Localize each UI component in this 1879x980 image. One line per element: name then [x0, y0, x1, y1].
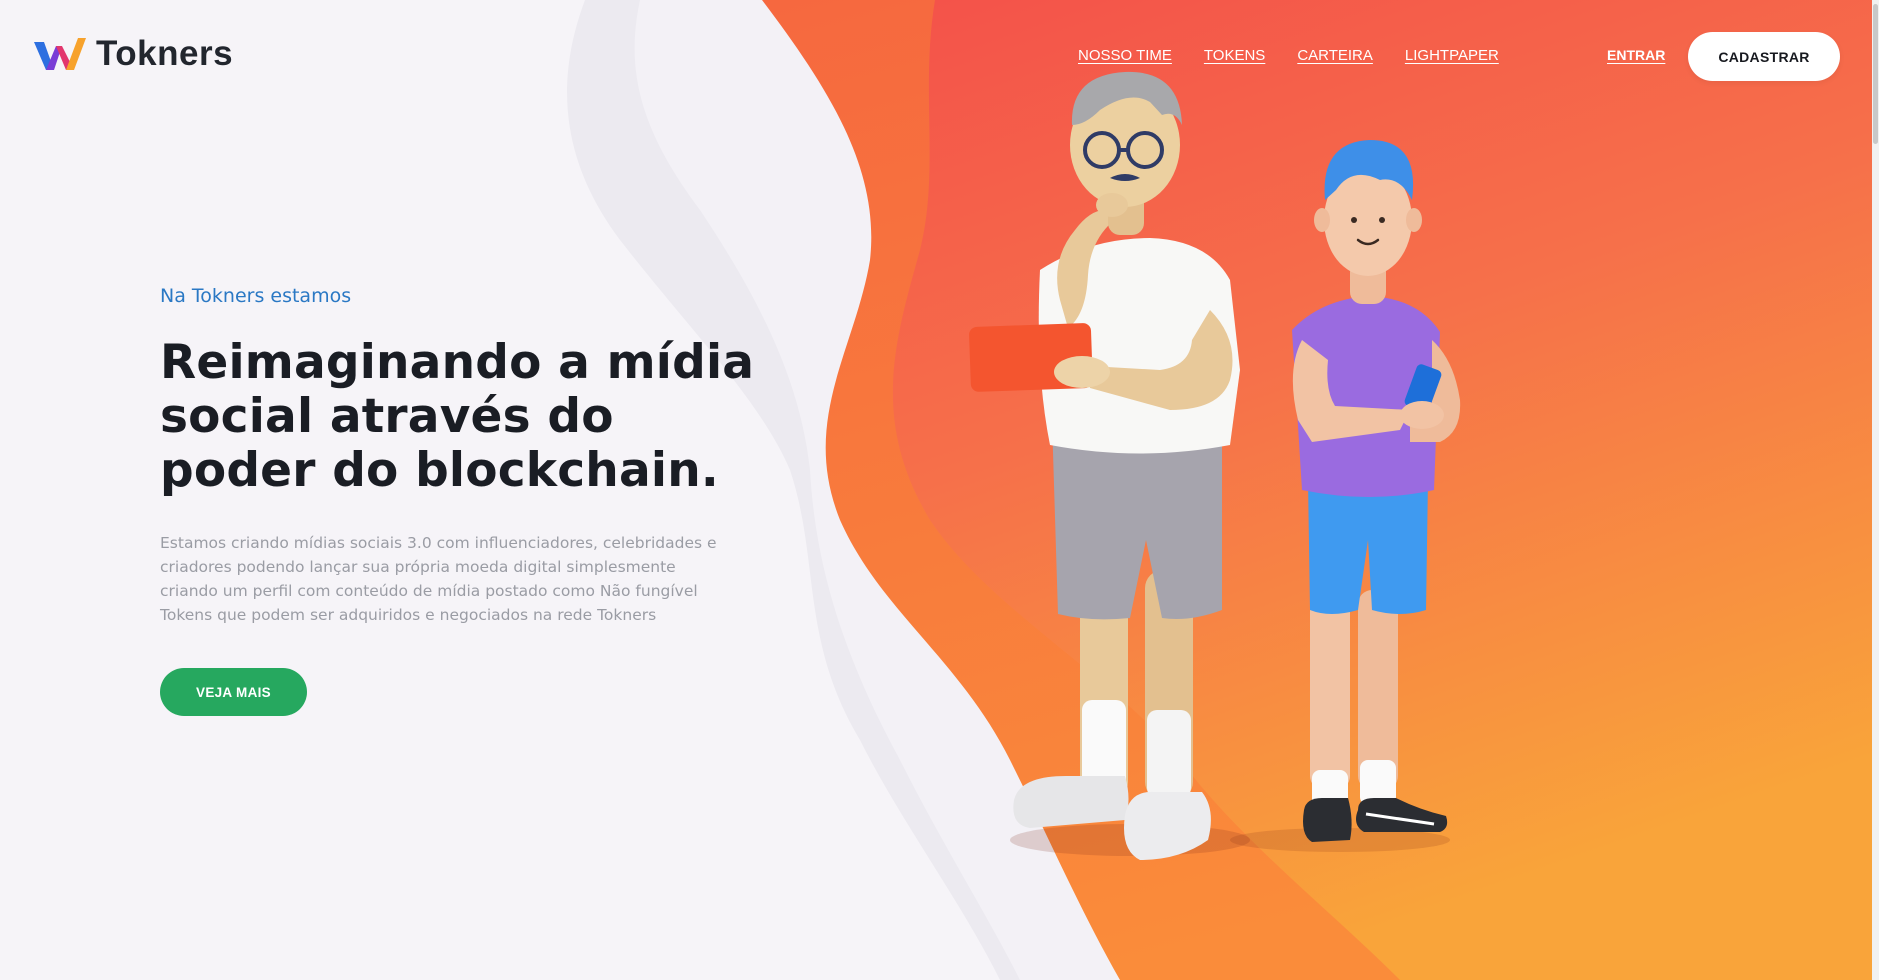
two-people-with-devices-illustration: [969, 71, 1461, 860]
login-link[interactable]: ENTRAR: [1607, 47, 1665, 63]
hero-headline: Reimaginando a mídia social através do p…: [160, 335, 755, 498]
page-scrollbar[interactable]: [1872, 0, 1879, 980]
nav-link-nosso-time[interactable]: NOSSO TIME: [1078, 47, 1172, 64]
nav-link-carteira[interactable]: CARTEIRA: [1297, 47, 1373, 64]
landing-page: Tokners NOSSO TIME TOKENS CARTEIRA LIGHT…: [0, 0, 1879, 980]
main-nav: NOSSO TIME TOKENS CARTEIRA LIGHTPAPER: [1078, 47, 1499, 64]
nav-link-tokens[interactable]: TOKENS: [1204, 47, 1265, 64]
scrollbar-thumb[interactable]: [1873, 4, 1878, 144]
hero-description: Estamos criando mídias sociais 3.0 com i…: [160, 534, 717, 624]
nav-link-lightpaper[interactable]: LIGHTPAPER: [1405, 47, 1499, 64]
tokners-w-logo-icon: [34, 38, 86, 70]
brand-name: Tokners: [96, 34, 234, 73]
brand-logo[interactable]: Tokners: [32, 34, 233, 74]
see-more-button[interactable]: VEJA MAIS: [160, 668, 307, 716]
hero-kicker: Na Tokners estamos: [160, 285, 352, 307]
signup-button[interactable]: CADASTRAR: [1688, 32, 1840, 81]
